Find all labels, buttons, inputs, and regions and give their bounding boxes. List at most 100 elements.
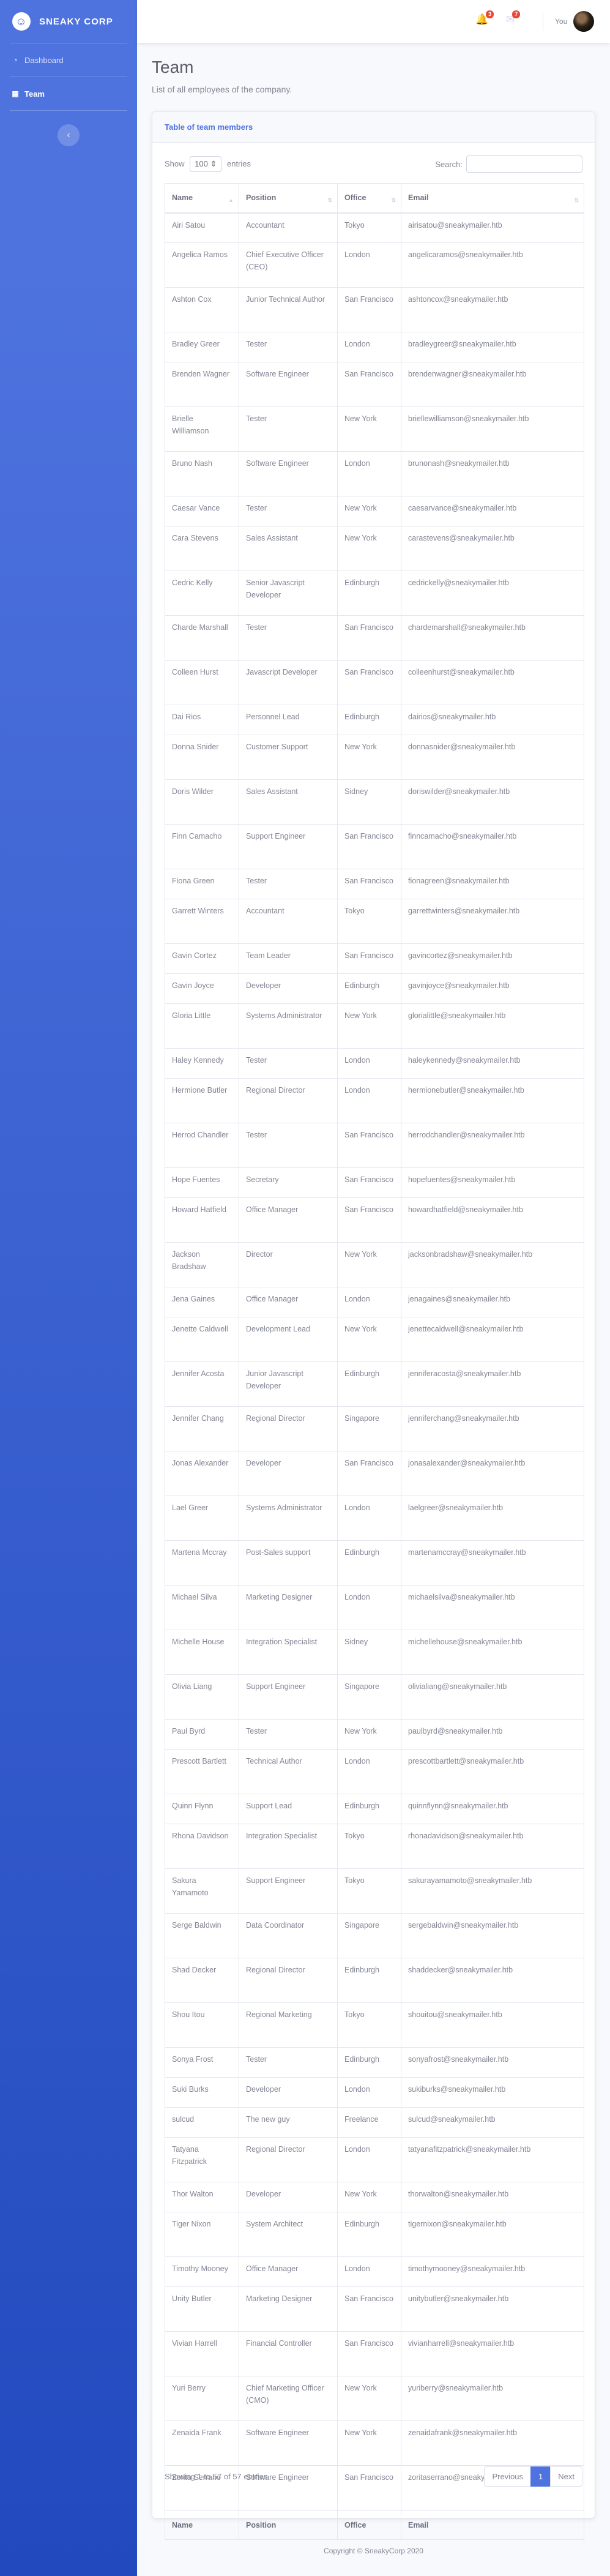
table-row: Fiona Green Tester San Francisco fionagreen… (165, 869, 584, 899)
cell-email: hopefuentes@sneakymailer.htb (401, 1167, 584, 1198)
column-footer-position: Position (239, 2510, 338, 2540)
cell-position: Technical Author (239, 1749, 338, 1794)
table-row: Quinn Flynn Support Lead Edinburgh quinnfly… (165, 1794, 584, 1824)
cell-position: Tester (239, 496, 338, 526)
cell-name: Donna Snider (165, 735, 239, 780)
table-row: Suki Burks Developer London sukiburks@sneak… (165, 2077, 584, 2108)
cell-position: Regional Director (239, 1958, 338, 2003)
entries-select[interactable]: 100 ⇕ (190, 156, 222, 172)
cell-email: paulbyrd@sneakymailer.htb (401, 1719, 584, 1750)
column-header-email[interactable]: Email ⇅ (401, 183, 584, 214)
cell-position: System Architect (239, 2212, 338, 2257)
topbar: 🔔 3 ✉ 7 You (137, 0, 610, 43)
column-header-label: Office (344, 193, 366, 203)
cell-position: Junior Technical Author (239, 287, 338, 332)
table-row: Finn Camacho Support Engineer San Francisc… (165, 824, 584, 869)
cell-name: sulcud (165, 2107, 239, 2138)
cell-office: Edinburgh (337, 571, 401, 616)
column-header-name[interactable]: Name ▲ (165, 183, 239, 214)
cell-office: San Francisco (337, 362, 401, 407)
cell-position: Tester (239, 1719, 338, 1750)
cell-email: tigernixon@sneakymailer.htb (401, 2212, 584, 2257)
cell-email: michellehouse@sneakymailer.htb (401, 1630, 584, 1675)
cell-email: zenaidafrank@sneakymailer.htb (401, 2421, 584, 2466)
cell-position: Sales Assistant (239, 526, 338, 571)
cell-office: Edinburgh (337, 2212, 401, 2257)
messages-count-badge: 7 (512, 10, 521, 18)
sidebar-toggle-button[interactable]: ‹ (58, 124, 80, 146)
cell-office: London (337, 1287, 401, 1317)
search-input[interactable] (466, 155, 582, 173)
cell-position: Director (239, 1242, 338, 1287)
table-row: Bradley Greer Tester London bradleygreer@sn… (165, 332, 584, 362)
sidebar-item-team[interactable]: ▦ Team (0, 77, 137, 110)
sidebar-item-dashboard[interactable]: ◔ Dashboard (0, 43, 137, 77)
cell-name: Timothy Mooney (165, 2256, 239, 2287)
cell-name: Prescott Bartlett (165, 1749, 239, 1794)
previous-page-button[interactable]: Previous (484, 2466, 532, 2487)
cell-position: Team Leader (239, 943, 338, 974)
cell-office: San Francisco (337, 943, 401, 974)
cell-name: Brielle Williamson (165, 406, 239, 452)
cell-name: Colleen Hurst (165, 660, 239, 705)
brand-link[interactable]: ☺ SNEAKY CORP (0, 0, 137, 43)
cell-email: ashtoncox@sneakymailer.htb (401, 287, 584, 332)
cell-office: San Francisco (337, 1451, 401, 1496)
cell-email: prescottbartlett@sneakymailer.htb (401, 1749, 584, 1794)
table-row: Zenaida Frank Software Engineer New York ze… (165, 2421, 584, 2466)
cell-name: Paul Byrd (165, 1719, 239, 1750)
cell-office: Tokyo (337, 899, 401, 944)
cell-email: briellewilliamson@sneakymailer.htb (401, 406, 584, 452)
table-row: sulcud The new guy Freelance sulcud@sneakym… (165, 2107, 584, 2138)
cell-email: garrettwinters@sneakymailer.htb (401, 899, 584, 944)
cell-position: Support Engineer (239, 824, 338, 869)
table-row: Doris Wilder Sales Assistant Sidney doriswi… (165, 779, 584, 825)
team-table: Name ▲ Position ⇅ Office ⇅ Email ⇅ Airi Sato… (165, 183, 584, 2540)
cell-position: Support Lead (239, 1794, 338, 1824)
avatar[interactable] (573, 11, 594, 32)
cell-position: Software Engineer (239, 2421, 338, 2466)
cell-office: Edinburgh (337, 973, 401, 1004)
table-row: Haley Kennedy Tester London haleykennedy@sn… (165, 1048, 584, 1079)
dashboard-icon: ◔ (13, 56, 18, 64)
column-header-office[interactable]: Office ⇅ (337, 183, 401, 214)
cell-name: Vivian Harrell (165, 2331, 239, 2376)
cell-office: New York (337, 526, 401, 571)
cell-email: haleykennedy@sneakymailer.htb (401, 1048, 584, 1079)
cell-office: London (337, 1585, 401, 1630)
cell-email: colleenhurst@sneakymailer.htb (401, 660, 584, 705)
cell-name: Haley Kennedy (165, 1048, 239, 1079)
cell-name: Hermione Butler (165, 1078, 239, 1123)
cell-office: London (337, 1078, 401, 1123)
cell-email: thorwalton@sneakymailer.htb (401, 2182, 584, 2212)
cell-name: Jackson Bradshaw (165, 1242, 239, 1287)
cell-email: sonyafrost@sneakymailer.htb (401, 2047, 584, 2078)
table-row: Herrod Chandler Tester San Francisco herrod… (165, 1123, 584, 1168)
team-card: Table of team members Show 100 ⇕ entries… (152, 111, 595, 2540)
cell-position: Tester (239, 615, 338, 661)
column-header-position[interactable]: Position ⇅ (239, 183, 338, 214)
cell-position: Systems Administrator (239, 1496, 338, 1541)
cell-name: Quinn Flynn (165, 1794, 239, 1824)
page-1-button[interactable]: 1 (530, 2466, 551, 2487)
messages-button[interactable]: ✉ 7 (506, 10, 521, 26)
cell-name: Unity Butler (165, 2286, 239, 2332)
next-page-button[interactable]: Next (550, 2466, 582, 2487)
user-name[interactable]: You (555, 17, 567, 26)
cell-office: San Francisco (337, 1123, 401, 1168)
cell-position: Developer (239, 973, 338, 1004)
table-row: Donna Snider Customer Support New York donn… (165, 735, 584, 780)
table-row: Dai Rios Personnel Lead Edinburgh dairios@s… (165, 705, 584, 735)
table-row: Charde Marshall Tester San Francisco charde… (165, 615, 584, 661)
alerts-button[interactable]: 🔔 3 (475, 10, 494, 26)
sort-both-icon: ⇅ (574, 197, 579, 203)
cell-name: Fiona Green (165, 869, 239, 899)
table-icon: ▦ (12, 89, 19, 98)
cell-name: Bruno Nash (165, 451, 239, 496)
cell-name: Tiger Nixon (165, 2212, 239, 2257)
sidebar: ☺ SNEAKY CORP ◔ Dashboard ▦ Team ‹ (0, 0, 137, 2576)
page-title: Team (152, 58, 194, 77)
cell-office: Edinburgh (337, 1958, 401, 2003)
table-controls: Show 100 ⇕ entries Search: (165, 155, 582, 173)
search-control: Search: (435, 155, 582, 173)
